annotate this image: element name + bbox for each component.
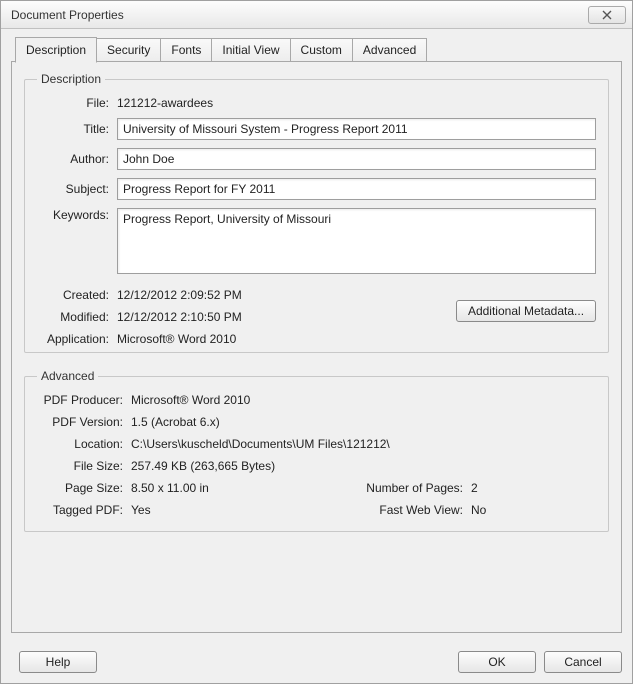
file-size-value: 257.49 KB (263,665 Bytes) [131, 459, 275, 473]
tab-description[interactable]: Description [15, 37, 97, 63]
fast-web-view-value: No [471, 503, 486, 517]
tab-panel-description: Description File: 121212-awardees Title:… [11, 61, 622, 633]
group-advanced-legend: Advanced [37, 369, 98, 383]
ok-button[interactable]: OK [458, 651, 536, 673]
page-size-label: Page Size: [37, 481, 131, 495]
num-pages-value: 2 [471, 481, 478, 495]
author-label: Author: [37, 152, 117, 166]
dialog-footer: Help OK Cancel [1, 641, 632, 683]
tab-bar: Description Security Fonts Initial View … [11, 37, 622, 62]
title-label: Title: [37, 122, 117, 136]
file-label: File: [37, 96, 117, 110]
keywords-input[interactable] [117, 208, 596, 274]
file-size-label: File Size: [37, 459, 131, 473]
pdf-producer-value: Microsoft® Word 2010 [131, 393, 250, 407]
group-description: Description File: 121212-awardees Title:… [24, 72, 609, 353]
subject-input[interactable] [117, 178, 596, 200]
subject-label: Subject: [37, 182, 117, 196]
pdf-version-value: 1.5 (Acrobat 6.x) [131, 415, 220, 429]
group-description-legend: Description [37, 72, 105, 86]
group-advanced: Advanced PDF Producer: Microsoft® Word 2… [24, 369, 609, 532]
tagged-pdf-value: Yes [131, 503, 331, 517]
content-area: Description Security Fonts Initial View … [1, 29, 632, 641]
additional-metadata-button[interactable]: Additional Metadata... [456, 300, 596, 322]
location-label: Location: [37, 437, 131, 451]
page-size-value: 8.50 x 11.00 in [131, 481, 331, 495]
tab-initial-view[interactable]: Initial View [211, 38, 290, 62]
application-label: Application: [37, 332, 117, 346]
help-button[interactable]: Help [19, 651, 97, 673]
tab-advanced[interactable]: Advanced [352, 38, 427, 62]
tab-security[interactable]: Security [96, 38, 161, 62]
title-input[interactable] [117, 118, 596, 140]
num-pages-label: Number of Pages: [331, 481, 471, 495]
keywords-label: Keywords: [37, 208, 117, 222]
tab-custom[interactable]: Custom [290, 38, 353, 62]
window-title: Document Properties [11, 8, 588, 22]
created-value: 12/12/2012 2:09:52 PM [117, 288, 242, 302]
pdf-producer-label: PDF Producer: [37, 393, 131, 407]
fast-web-view-label: Fast Web View: [331, 503, 471, 517]
document-properties-window: Document Properties Description Security… [0, 0, 633, 684]
created-label: Created: [37, 288, 117, 302]
file-value: 121212-awardees [117, 96, 213, 110]
cancel-button[interactable]: Cancel [544, 651, 622, 673]
modified-value: 12/12/2012 2:10:50 PM [117, 310, 242, 324]
tab-fonts[interactable]: Fonts [160, 38, 212, 62]
application-value: Microsoft® Word 2010 [117, 332, 236, 346]
location-value: C:\Users\kuscheld\Documents\UM Files\121… [131, 437, 390, 451]
close-icon [602, 10, 612, 20]
pdf-version-label: PDF Version: [37, 415, 131, 429]
author-input[interactable] [117, 148, 596, 170]
titlebar: Document Properties [1, 1, 632, 29]
modified-label: Modified: [37, 310, 117, 324]
tagged-pdf-label: Tagged PDF: [37, 503, 131, 517]
window-close-button[interactable] [588, 6, 626, 24]
